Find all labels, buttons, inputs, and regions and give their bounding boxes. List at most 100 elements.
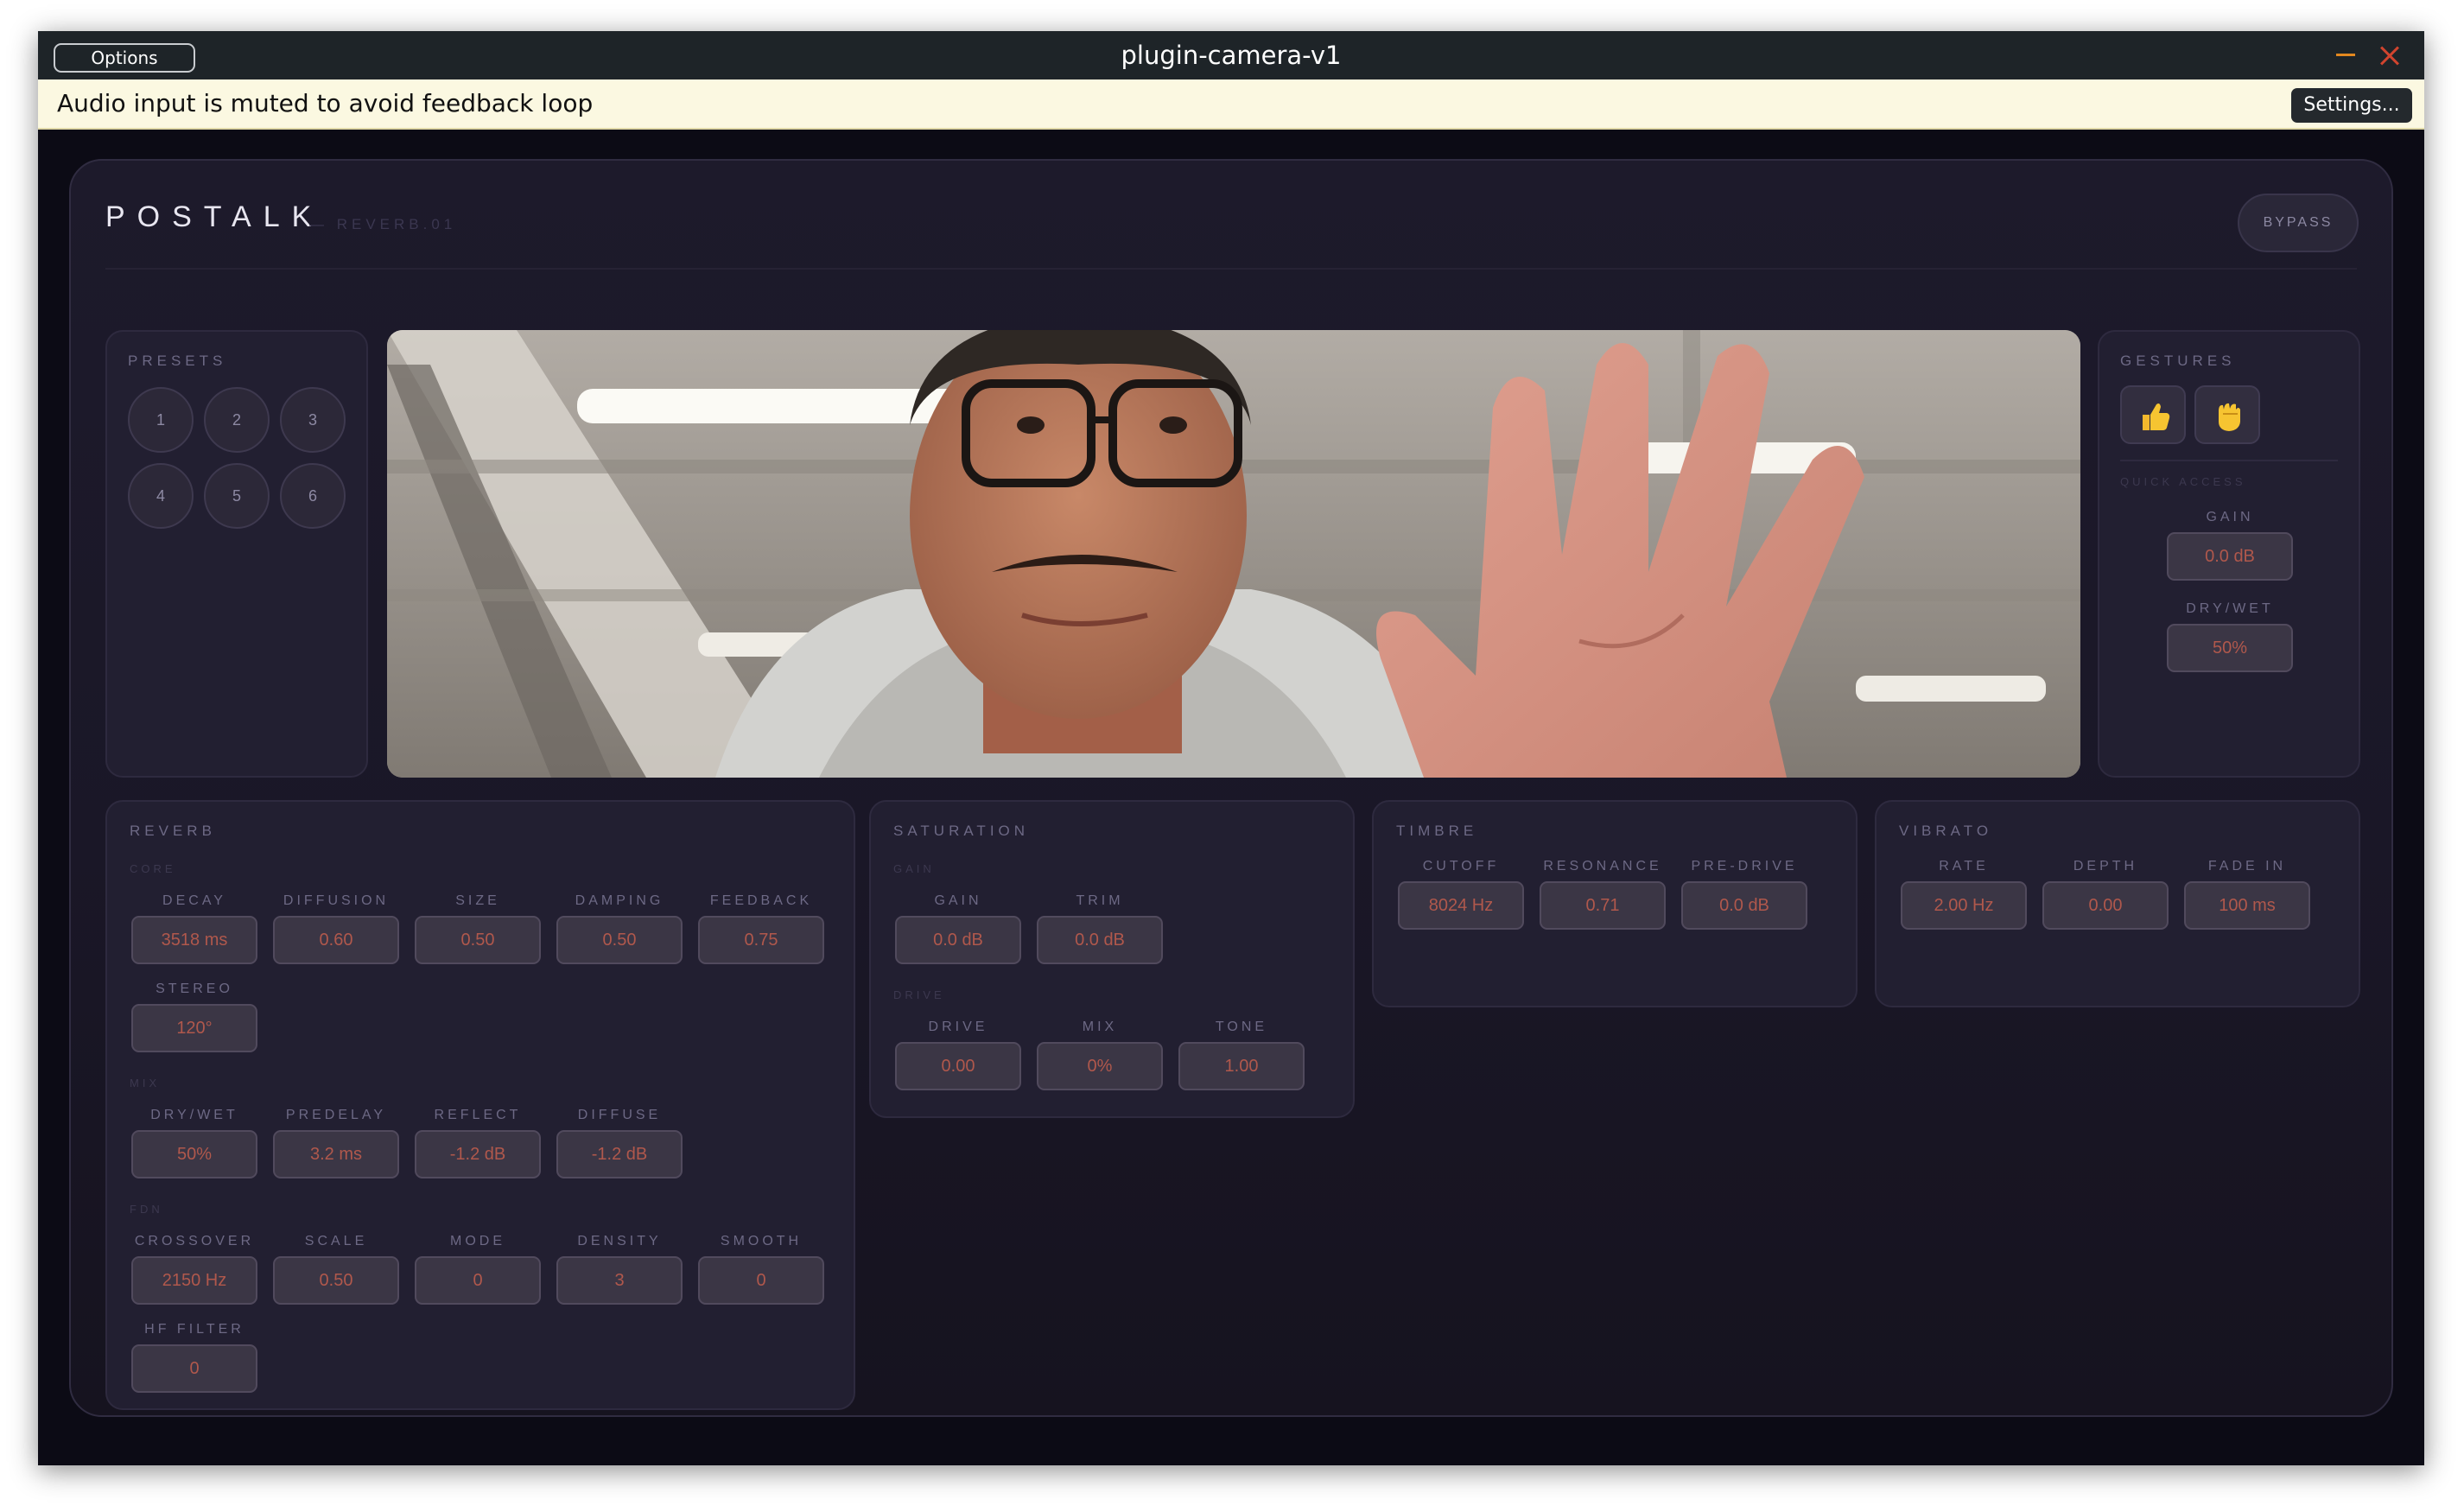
drive-field[interactable]: 0.00	[895, 1042, 1021, 1090]
crossover-field[interactable]: 2150 Hz	[131, 1256, 257, 1305]
notice-text: Audio input is muted to avoid feedback l…	[57, 89, 594, 118]
density-field[interactable]: 3	[556, 1256, 683, 1305]
trim-label: TRIM	[1076, 893, 1124, 908]
gestures-divider	[2120, 460, 2338, 461]
tone-label: TONE	[1215, 1020, 1268, 1034]
reverb-panel: REVERB CORE DECAY 3518 ms DIFFUSION 0.60…	[105, 800, 855, 1410]
preset-button-2[interactable]: 2	[204, 387, 270, 453]
gestures-panel: GESTURES QUICK ACCESS GAIN 0.0 dB DRY/WE…	[2098, 330, 2360, 778]
close-icon[interactable]	[2374, 40, 2405, 71]
depth-label: DEPTH	[2073, 859, 2138, 874]
pre-drive-label: PRE-DRIVE	[1691, 859, 1798, 874]
raised-fist-gesture-button[interactable]	[2194, 385, 2260, 444]
quick-drywet-label: DRY/WET	[2186, 601, 2274, 616]
resonance-label: RESONANCE	[1543, 859, 1662, 874]
raised-fist-icon	[2219, 403, 2240, 431]
preset-button-5[interactable]: 5	[204, 463, 270, 529]
reverb-mix-title: MIX	[130, 1077, 161, 1090]
predelay-label: PREDELAY	[285, 1108, 387, 1122]
sat-gain-field[interactable]: 0.0 dB	[895, 916, 1021, 964]
scale-field[interactable]: 0.50	[273, 1256, 399, 1305]
saturation-drive-title: DRIVE	[893, 988, 945, 1001]
smooth-field[interactable]: 0	[698, 1256, 824, 1305]
quick-drywet-field[interactable]: 50%	[2167, 624, 2293, 672]
timbre-panel: TIMBRE CUTOFF 8024 Hz RESONANCE 0.71 PRE…	[1372, 800, 1858, 1007]
stereo-field[interactable]: 120°	[131, 1004, 257, 1052]
fade-in-field[interactable]: 100 ms	[2184, 881, 2310, 930]
crossover-label: CROSSOVER	[134, 1234, 255, 1248]
preset-button-6[interactable]: 6	[280, 463, 346, 529]
cutoff-field[interactable]: 8024 Hz	[1398, 881, 1524, 930]
minimize-icon[interactable]	[2336, 54, 2355, 56]
quick-access-title: QUICK ACCESS	[2120, 475, 2246, 488]
notice-bar: Audio input is muted to avoid feedback l…	[38, 79, 2424, 130]
fade-in-label: FADE IN	[2207, 859, 2287, 874]
quick-gain-label: GAIN	[2206, 510, 2254, 524]
scale-label: SCALE	[304, 1234, 368, 1248]
window-title: plugin-camera-v1	[1121, 41, 1342, 70]
mode-field[interactable]: 0	[415, 1256, 541, 1305]
pre-drive-field[interactable]: 0.0 dB	[1681, 881, 1807, 930]
app-window: Options plugin-camera-v1 Audio input is …	[38, 31, 2424, 1465]
diffuse-label: DIFFUSE	[577, 1108, 662, 1122]
sat-mix-field[interactable]: 0%	[1037, 1042, 1163, 1090]
trim-field[interactable]: 0.0 dB	[1037, 916, 1163, 964]
density-label: DENSITY	[577, 1234, 662, 1248]
reverb-core-title: CORE	[130, 862, 176, 875]
settings-button[interactable]: Settings...	[2291, 88, 2412, 123]
thumbs-up-gesture-button[interactable]	[2120, 385, 2186, 444]
presets-title: PRESETS	[128, 353, 227, 369]
diffusion-field[interactable]: 0.60	[273, 916, 399, 964]
reverb-fdn-title: FDN	[130, 1203, 163, 1216]
diffusion-label: DIFFUSION	[283, 893, 390, 908]
preset-button-1[interactable]: 1	[128, 387, 194, 453]
depth-field[interactable]: 0.00	[2042, 881, 2169, 930]
tone-field[interactable]: 1.00	[1178, 1042, 1305, 1090]
reverb-title: REVERB	[130, 823, 216, 839]
size-field[interactable]: 0.50	[415, 916, 541, 964]
feedback-field[interactable]: 0.75	[698, 916, 824, 964]
size-label: SIZE	[455, 893, 500, 908]
brand-title: POSTALK	[105, 200, 324, 233]
sat-mix-label: MIX	[1082, 1020, 1118, 1034]
cutoff-label: CUTOFF	[1422, 859, 1500, 874]
sat-gain-label: GAIN	[934, 893, 982, 908]
decay-field[interactable]: 3518 ms	[131, 916, 257, 964]
drywet-label: DRY/WET	[150, 1108, 238, 1122]
drywet-field[interactable]: 50%	[131, 1130, 257, 1178]
thumbs-up-icon	[2143, 403, 2170, 430]
quick-gain-field[interactable]: 0.0 dB	[2167, 532, 2293, 581]
title-bar: Options plugin-camera-v1	[38, 31, 2424, 79]
presets-panel: PRESETS 1 2 3 4 5 6	[105, 330, 368, 778]
drive-label: DRIVE	[928, 1020, 988, 1034]
damping-label: DAMPING	[575, 893, 664, 908]
vibrato-title: VIBRATO	[1899, 823, 1993, 839]
header-divider	[105, 268, 2357, 270]
resonance-field[interactable]: 0.71	[1540, 881, 1666, 930]
diffuse-field[interactable]: -1.2 dB	[556, 1130, 683, 1178]
preset-button-4[interactable]: 4	[128, 463, 194, 529]
damping-field[interactable]: 0.50	[556, 916, 683, 964]
decay-label: DECAY	[162, 893, 226, 908]
saturation-gain-title: GAIN	[893, 862, 935, 875]
hf-filter-label: HF FILTER	[144, 1322, 244, 1337]
feedback-label: FEEDBACK	[709, 893, 813, 908]
plugin-frame: POSTALK — REVERB.01 BYPASS PRESETS 1 2 3…	[69, 159, 2393, 1417]
rate-field[interactable]: 2.00 Hz	[1901, 881, 2027, 930]
rate-label: RATE	[1939, 859, 1989, 874]
preset-button-3[interactable]: 3	[280, 387, 346, 453]
camera-feed	[387, 330, 2080, 778]
timbre-title: TIMBRE	[1396, 823, 1478, 839]
smooth-label: SMOOTH	[720, 1234, 803, 1248]
hf-filter-field[interactable]: 0	[131, 1344, 257, 1393]
vibrato-panel: VIBRATO RATE 2.00 Hz DEPTH 0.00 FADE IN …	[1875, 800, 2360, 1007]
gestures-title: GESTURES	[2120, 353, 2236, 369]
saturation-panel: SATURATION GAIN GAIN 0.0 dB TRIM 0.0 dB …	[869, 800, 1355, 1118]
bypass-button[interactable]: BYPASS	[2238, 194, 2359, 252]
mode-label: MODE	[450, 1234, 505, 1248]
reflect-label: REFLECT	[434, 1108, 522, 1122]
predelay-field[interactable]: 3.2 ms	[273, 1130, 399, 1178]
brand-subtitle: — REVERB.01	[309, 216, 457, 232]
stereo-label: STEREO	[156, 982, 233, 996]
reflect-field[interactable]: -1.2 dB	[415, 1130, 541, 1178]
